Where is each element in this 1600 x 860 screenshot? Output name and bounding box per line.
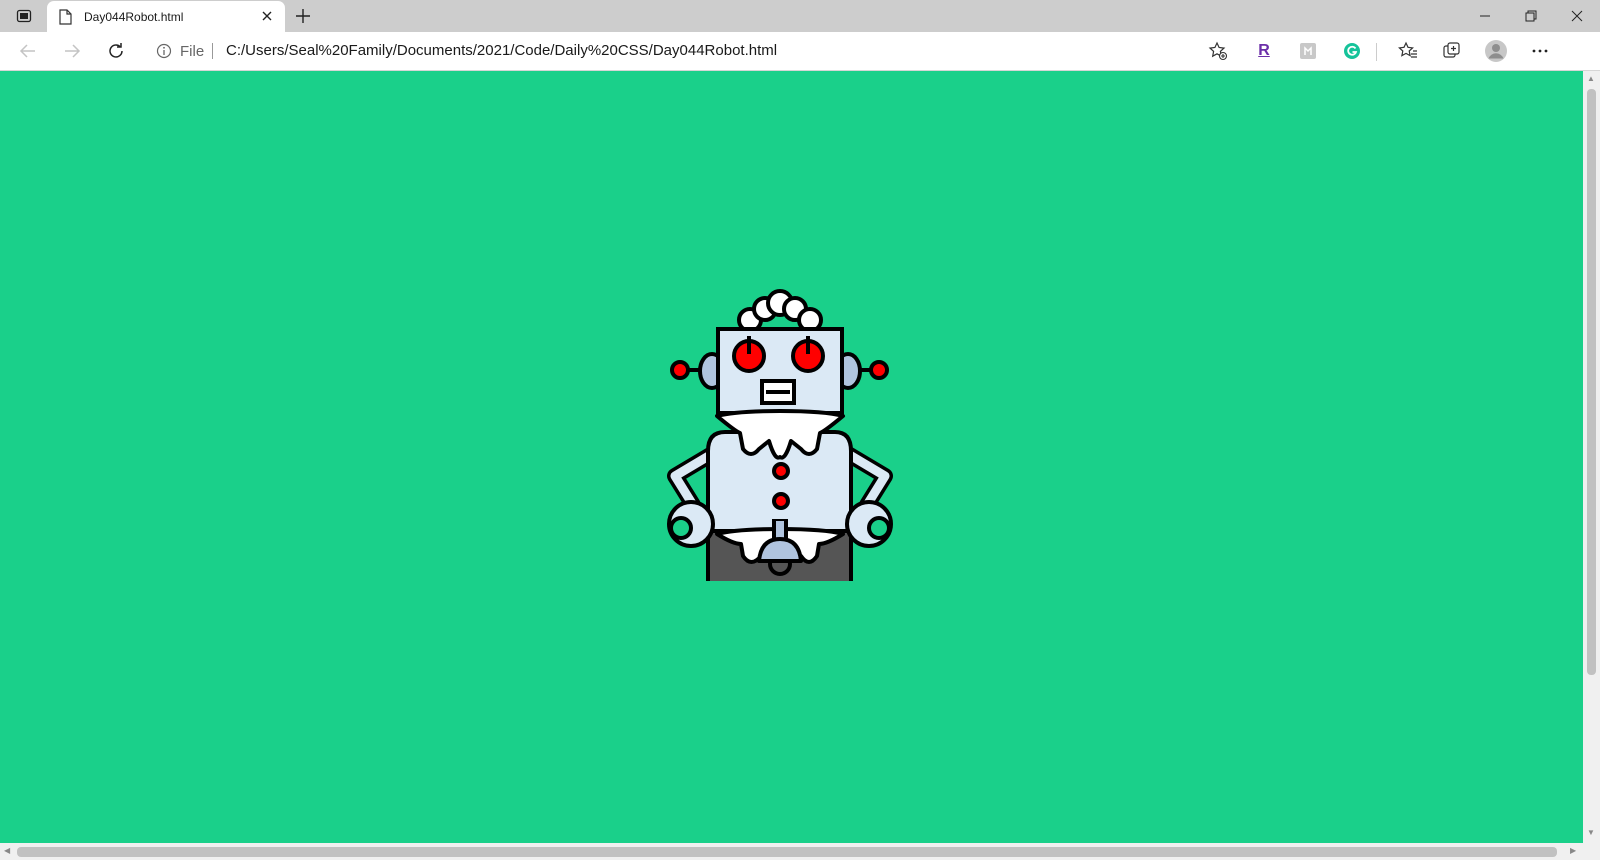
minimize-icon <box>1480 15 1490 17</box>
robot-wheel-cover <box>757 537 803 563</box>
robot-mouth <box>760 379 796 405</box>
address-bar[interactable]: File C:/Users/Seal%20Family/Documents/20… <box>144 34 1264 67</box>
scroll-down-icon[interactable]: ▼ <box>1587 828 1595 837</box>
robot-hair <box>737 289 823 333</box>
forward-arrow-icon <box>65 44 81 58</box>
add-favorite-button[interactable] <box>1203 36 1233 66</box>
restore-icon <box>1525 10 1537 22</box>
robot-button-bottom <box>772 492 790 510</box>
tab-actions-icon[interactable] <box>8 4 40 28</box>
close-icon <box>1571 10 1583 22</box>
collections-button[interactable] <box>1437 36 1467 66</box>
scrollbar-corner <box>1583 843 1600 860</box>
robot-hand-left <box>667 500 715 548</box>
minimize-button[interactable] <box>1462 0 1508 32</box>
robot-button-top <box>772 462 790 480</box>
close-tab-icon[interactable] <box>260 9 274 28</box>
horizontal-scroll-thumb[interactable] <box>17 847 1557 857</box>
scroll-up-icon[interactable]: ▲ <box>1587 74 1595 83</box>
refresh-icon <box>109 43 123 58</box>
robot-hand-right <box>845 500 893 548</box>
scroll-right-icon[interactable]: ▶ <box>1570 846 1576 855</box>
more-icon <box>1532 49 1548 53</box>
page-viewport <box>0 71 1583 843</box>
more-menu-button[interactable] <box>1525 36 1555 66</box>
browser-toolbar: File C:/Users/Seal%20Family/Documents/20… <box>0 32 1600 71</box>
profile-button[interactable] <box>1481 36 1511 66</box>
info-icon[interactable] <box>156 43 172 64</box>
scheme-label: File <box>180 43 205 60</box>
tab-bar: Day044Robot.html <box>0 0 1600 32</box>
back-button[interactable] <box>13 36 43 66</box>
collections-icon <box>1443 42 1460 58</box>
refresh-button[interactable] <box>101 36 131 66</box>
extension-button[interactable] <box>1293 36 1323 66</box>
extension-icon <box>1300 43 1316 59</box>
star-add-icon <box>1208 41 1228 61</box>
favorites-icon <box>1398 41 1417 58</box>
avatar-icon <box>1485 40 1507 62</box>
close-window-button[interactable] <box>1554 0 1600 32</box>
tab-active[interactable]: Day044Robot.html <box>47 1 285 32</box>
back-arrow-icon <box>19 44 35 58</box>
plus-icon <box>296 9 310 23</box>
vertical-scrollbar[interactable]: ▲ ▼ <box>1583 71 1600 843</box>
new-tab-button[interactable] <box>294 7 312 30</box>
grammarly-icon <box>1344 43 1360 59</box>
address-separator <box>212 43 213 59</box>
forward-button[interactable] <box>57 36 87 66</box>
vertical-scroll-thumb[interactable] <box>1587 89 1596 675</box>
r-extension-icon: R <box>1258 42 1270 59</box>
url-text[interactable]: C:/Users/Seal%20Family/Documents/2021/Co… <box>226 42 777 59</box>
toolbar-divider <box>1376 43 1377 61</box>
horizontal-scrollbar[interactable]: ◀ ▶ <box>0 843 1583 860</box>
scroll-left-icon[interactable]: ◀ <box>4 846 10 855</box>
robot-wheel-assembly <box>757 519 803 576</box>
grammarly-button[interactable] <box>1337 36 1367 66</box>
favorites-button[interactable] <box>1393 36 1423 66</box>
document-icon <box>59 9 72 30</box>
tab-title: Day044Robot.html <box>84 10 184 24</box>
extension-r-button[interactable]: R <box>1249 36 1279 66</box>
restore-button[interactable] <box>1508 0 1554 32</box>
